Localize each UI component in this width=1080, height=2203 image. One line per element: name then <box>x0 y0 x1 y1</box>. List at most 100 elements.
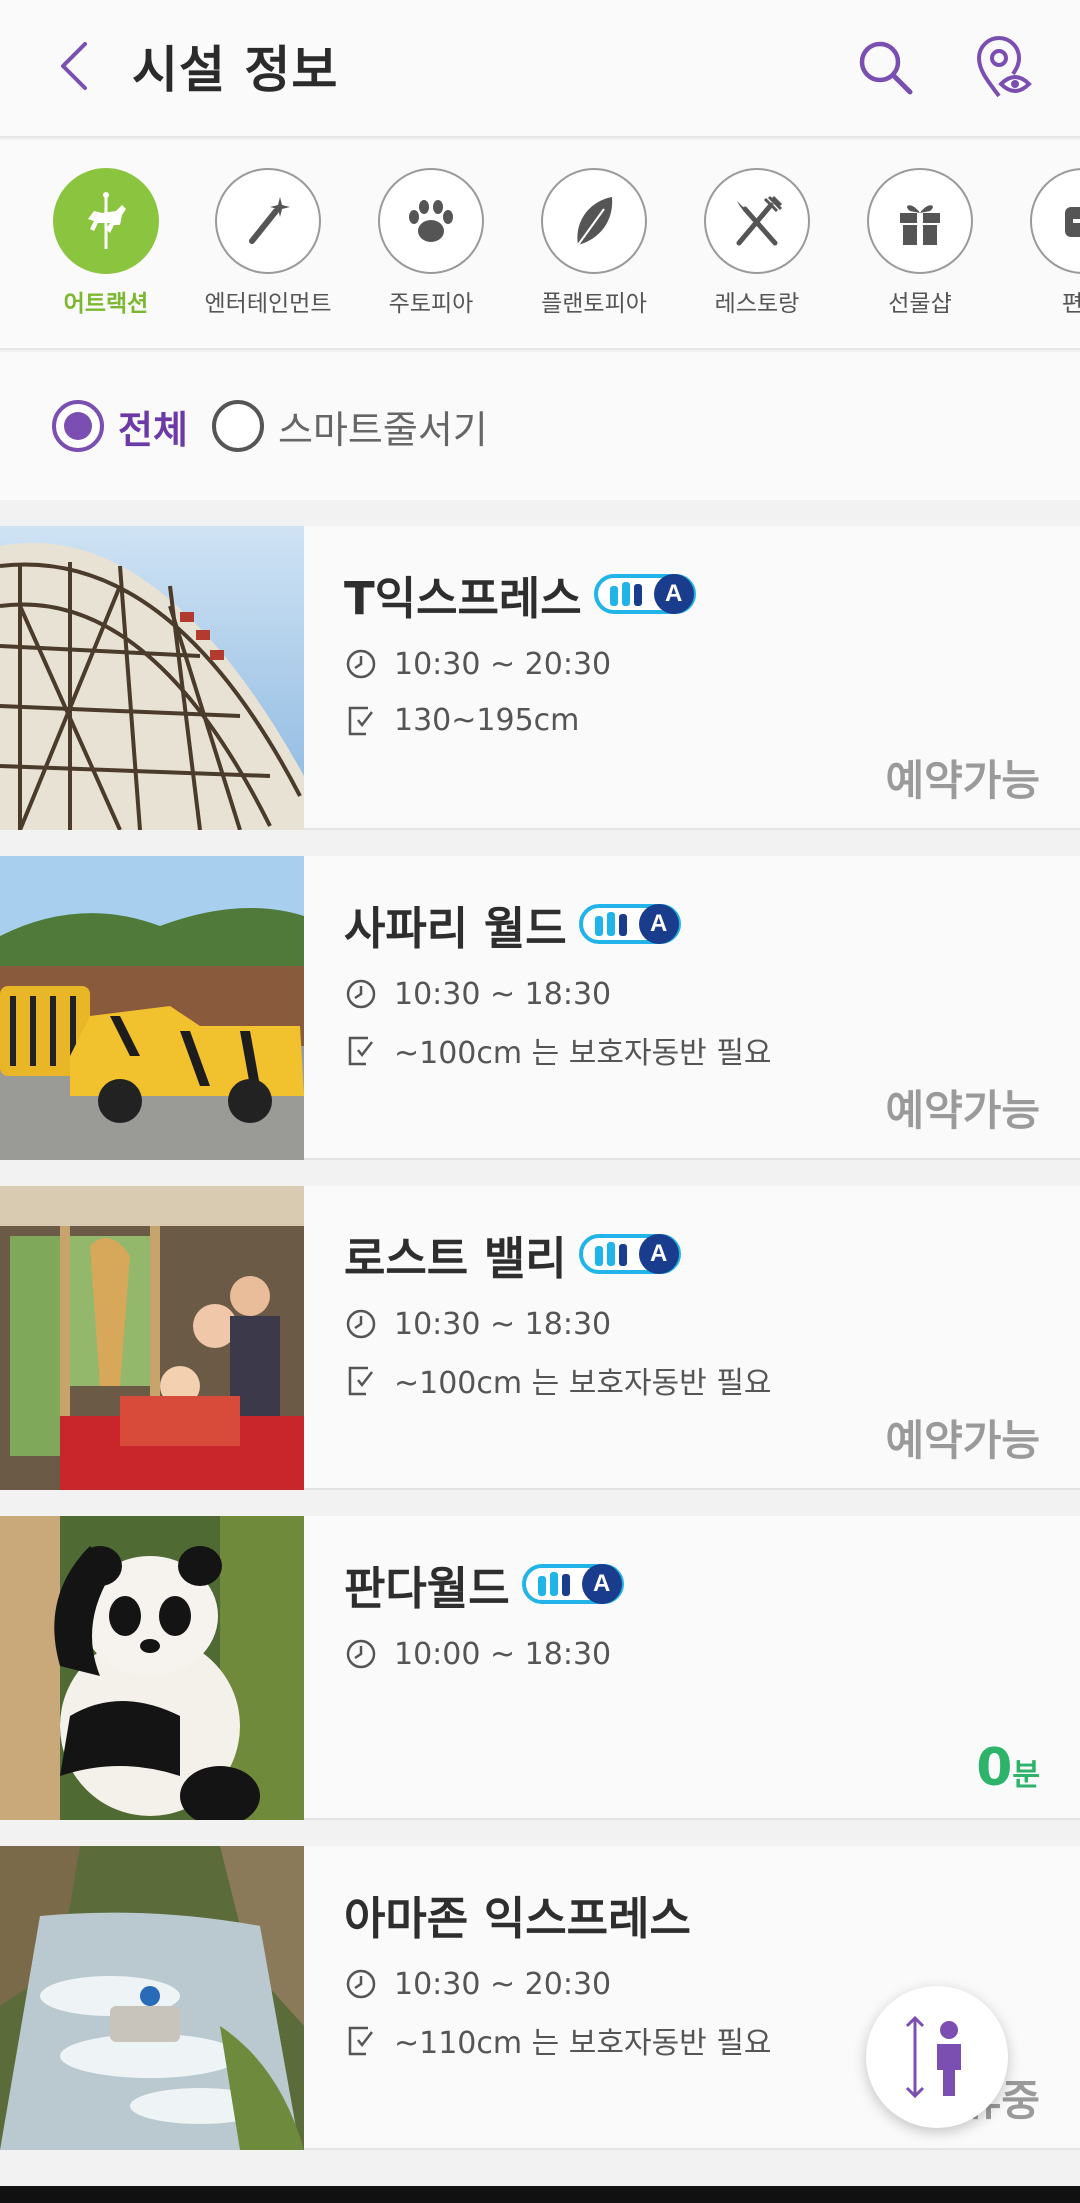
category-label: 어트랙션 <box>63 291 149 317</box>
facility-thumbnail <box>0 526 304 830</box>
operating-hours: 10:30 ~ 20:30 <box>344 646 1040 682</box>
height-check-icon <box>344 2023 378 2057</box>
hours-text: 10:30 ~ 20:30 <box>394 646 612 682</box>
badge-letter: A <box>581 1564 622 1604</box>
hours-text: 10:00 ~ 18:30 <box>394 1636 612 1672</box>
facility-card[interactable]: T익스프레스 A 10:30 ~ 20:30 130~195cm 예약가능 <box>0 526 1080 830</box>
operating-hours: 10:30 ~ 18:30 <box>344 1306 1040 1342</box>
height-restriction: ~100cm 는 보호자동반 필요 <box>344 1362 1040 1401</box>
facility-info: 로스트 밸리 A 10:30 ~ 18:30 ~100cm 는 보호자동반 필요 <box>344 1222 1040 1402</box>
wait-time: 0분 <box>976 1738 1040 1798</box>
category-plantopia[interactable]: 플랜토피아 <box>524 168 664 318</box>
filter-all-label: 전체 <box>118 407 188 452</box>
facility-name: T익스프레스 <box>344 571 582 625</box>
facility-thumbnail <box>0 1516 304 1820</box>
facility-card[interactable]: 판다월드 A 10:00 ~ 18:30 0분 <box>0 1516 1080 1820</box>
app: 시설 정보 어트랙션 엔터테인먼트 주토피아 플랜토피아 레스토랑 선물샵 전체… <box>0 0 1080 2203</box>
category-circle <box>215 168 321 274</box>
category-giftshop[interactable]: 선물샵 <box>850 168 990 318</box>
operating-hours: 10:00 ~ 18:30 <box>344 1636 1040 1672</box>
height-check-icon <box>344 1033 378 1067</box>
height-text: 130~195cm <box>394 702 580 738</box>
facility-card[interactable]: 로스트 밸리 A 10:30 ~ 18:30 ~100cm 는 보호자동반 필요… <box>0 1186 1080 1490</box>
wait-unit: 분 <box>1012 1758 1040 1793</box>
hours-text: 10:30 ~ 18:30 <box>394 1306 612 1342</box>
category-circle <box>867 168 973 274</box>
system-nav-bar <box>0 2186 1080 2203</box>
category-circle <box>378 168 484 274</box>
reservation-status: 예약가능 <box>885 1086 1040 1135</box>
category-restaurant[interactable]: 레스토랑 <box>687 168 827 318</box>
reservation-status: 예약가능 <box>885 1416 1040 1465</box>
badge-letter: A <box>638 1234 679 1274</box>
facility-name: 사파리 월드 <box>344 901 567 955</box>
category-entertainment[interactable]: 엔터테인먼트 <box>198 168 338 318</box>
top-bar: 시설 정보 <box>0 0 1080 138</box>
badge-letter: A <box>653 574 694 614</box>
height-check-button[interactable] <box>866 1986 1008 2128</box>
magic-wand-icon <box>249 197 290 244</box>
category-circle <box>704 168 810 274</box>
facility-info: 사파리 월드 A 10:30 ~ 18:30 ~100cm 는 보호자동반 필요 <box>344 892 1040 1072</box>
filter-smart-queue-radio[interactable]: 스마트줄서기 <box>212 396 488 456</box>
category-circle <box>53 168 159 274</box>
hours-text: 10:30 ~ 20:30 <box>394 1966 612 2002</box>
category-label: 주토피아 <box>388 291 474 317</box>
category-convenience[interactable]: 편의 <box>1013 168 1080 318</box>
category-circle <box>1030 168 1080 274</box>
category-label: 엔터테인먼트 <box>204 291 332 317</box>
category-circle <box>541 168 647 274</box>
radio-dot <box>64 412 92 440</box>
reservation-status: 예약가능 <box>885 756 1040 805</box>
facility-name-row: T익스프레스 A <box>344 562 1040 626</box>
gift-icon <box>900 205 940 245</box>
facility-name-row: 사파리 월드 A <box>344 892 1040 956</box>
category-label: 레스토랑 <box>714 291 800 317</box>
height-check-icon <box>344 1363 378 1397</box>
badge-letter: A <box>638 904 679 944</box>
facility-list: T익스프레스 A 10:30 ~ 20:30 130~195cm 예약가능 사파… <box>0 526 1080 2176</box>
filter-smart-queue-label: 스마트줄서기 <box>278 407 488 452</box>
magic-pass-badge: A <box>578 904 681 944</box>
clock-icon <box>344 1307 378 1341</box>
search-button[interactable] <box>852 32 918 102</box>
clock-icon <box>344 647 378 681</box>
category-zootopia[interactable]: 주토피아 <box>361 168 501 318</box>
leaf-icon <box>577 197 613 246</box>
hours-text: 10:30 ~ 18:30 <box>394 976 612 1012</box>
height-check-person-icon <box>905 2015 961 2099</box>
operating-hours: 10:30 ~ 18:30 <box>344 976 1040 1012</box>
radio-ring <box>52 400 104 452</box>
category-label: 플랜토피아 <box>541 291 647 317</box>
category-bar: 어트랙션 엔터테인먼트 주토피아 플랜토피아 레스토랑 선물샵 <box>0 140 1080 350</box>
radio-ring <box>212 400 264 452</box>
facility-name: 로스트 밸리 <box>344 1231 567 1285</box>
height-text: ~100cm 는 보호자동반 필요 <box>394 1036 772 1071</box>
facility-info: 판다월드 A 10:00 ~ 18:30 <box>344 1552 1040 1672</box>
facility-name-row: 로스트 밸리 A <box>344 1222 1040 1286</box>
magic-pass-badge: A <box>521 1564 624 1604</box>
height-text: ~100cm 는 보호자동반 필요 <box>394 1366 772 1401</box>
carousel-horse-icon <box>88 192 126 249</box>
facility-thumbnail <box>0 1846 304 2150</box>
facility-name-row: 판다월드 A <box>344 1552 1040 1616</box>
filter-all-radio[interactable]: 전체 <box>52 396 188 456</box>
facility-name: 아마존 익스프레스 <box>344 1891 691 1945</box>
height-text: ~110cm 는 보호자동반 필요 <box>394 2026 772 2061</box>
back-button[interactable] <box>44 32 104 100</box>
category-attraction[interactable]: 어트랙션 <box>36 168 176 318</box>
clock-icon <box>344 1637 378 1671</box>
category-label: 편의 <box>1013 284 1080 318</box>
convenience-icon <box>1065 207 1080 237</box>
facility-thumbnail <box>0 1186 304 1490</box>
facility-card[interactable]: 사파리 월드 A 10:30 ~ 18:30 ~100cm 는 보호자동반 필요… <box>0 856 1080 1160</box>
facility-name: 판다월드 <box>344 1561 510 1615</box>
magic-pass-badge: A <box>593 574 696 614</box>
wait-minutes: 0 <box>976 1738 1013 1798</box>
height-restriction: 130~195cm <box>344 702 1040 738</box>
facility-info: T익스프레스 A 10:30 ~ 20:30 130~195cm <box>344 562 1040 738</box>
map-view-button[interactable] <box>970 30 1036 104</box>
clock-icon <box>344 977 378 1011</box>
fork-knife-icon <box>736 195 783 246</box>
facility-name-row: 아마존 익스프레스 <box>344 1882 1040 1946</box>
